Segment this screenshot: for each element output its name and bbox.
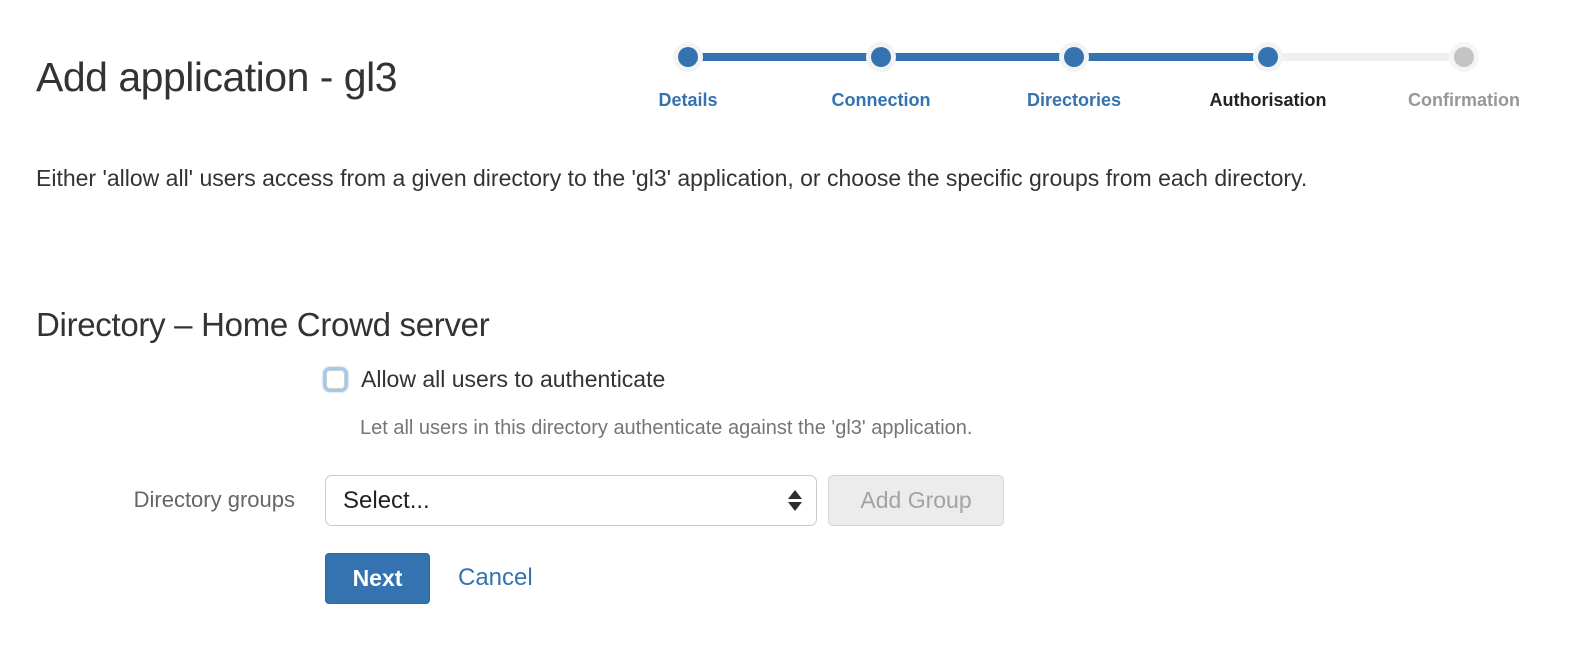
cancel-link[interactable]: Cancel bbox=[458, 564, 533, 592]
allow-all-checkbox[interactable] bbox=[323, 367, 348, 392]
step-dot-connection[interactable] bbox=[871, 47, 891, 67]
directory-groups-select-value: Select... bbox=[343, 487, 788, 515]
directory-section-heading: Directory – Home Crowd server bbox=[36, 306, 489, 344]
step-dot-authorisation bbox=[1258, 47, 1278, 67]
next-button[interactable]: Next bbox=[325, 553, 430, 604]
step-label-connection[interactable]: Connection bbox=[832, 90, 931, 111]
step-dot-details[interactable] bbox=[678, 47, 698, 67]
allow-all-row: Allow all users to authenticate bbox=[323, 366, 665, 393]
step-label-authorisation: Authorisation bbox=[1210, 90, 1327, 111]
step-label-directories[interactable]: Directories bbox=[1027, 90, 1121, 111]
allow-all-label[interactable]: Allow all users to authenticate bbox=[361, 366, 665, 393]
step-dot-directories[interactable] bbox=[1064, 47, 1084, 67]
step-label-details[interactable]: Details bbox=[658, 90, 717, 111]
select-spinner-icon bbox=[788, 490, 802, 511]
intro-text: Either 'allow all' users access from a g… bbox=[36, 158, 1486, 198]
stepper-track-completed bbox=[688, 53, 1268, 61]
chevron-down-icon bbox=[788, 502, 802, 511]
step-label-confirmation: Confirmation bbox=[1408, 90, 1520, 111]
add-group-button[interactable]: Add Group bbox=[828, 475, 1004, 526]
chevron-up-icon bbox=[788, 490, 802, 499]
wizard-stepper: Details Connection Directories Authorisa… bbox=[650, 40, 1586, 124]
step-dot-confirmation bbox=[1454, 47, 1474, 67]
stepper-track-upcoming bbox=[1260, 53, 1464, 61]
add-application-page: Add application - gl3 Details Connection… bbox=[0, 0, 1586, 660]
directory-groups-label: Directory groups bbox=[36, 487, 295, 513]
directory-groups-select[interactable]: Select... bbox=[325, 475, 817, 526]
page-title: Add application - gl3 bbox=[36, 54, 397, 101]
allow-all-description: Let all users in this directory authenti… bbox=[360, 417, 972, 440]
